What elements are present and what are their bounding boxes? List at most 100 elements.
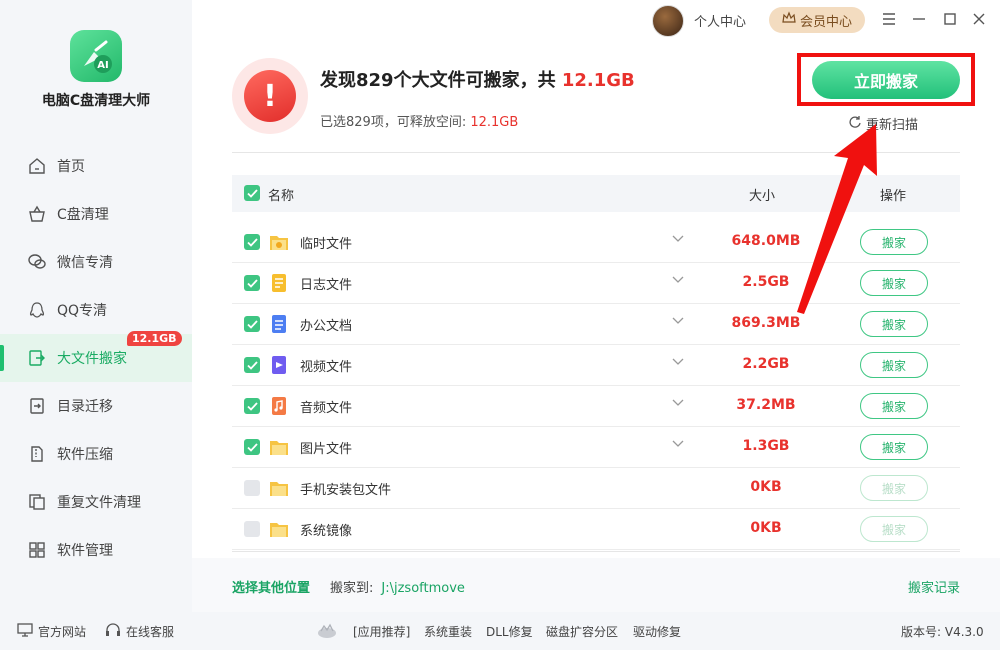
minimize-icon[interactable] [910,10,928,28]
recommend-icon [316,623,338,639]
chevron-down-icon[interactable] [672,437,684,451]
avatar[interactable] [652,5,684,37]
row-checkbox[interactable] [244,398,260,414]
rescan-label: 重新扫描 [866,118,919,133]
table-bottom-divider [232,551,960,552]
version-label: 版本号: V4.3.0 [901,625,984,639]
apk-folder-icon [268,477,290,499]
online-service-label: 在线客服 [126,625,175,639]
user-center-link[interactable]: 个人中心 [694,11,746,30]
move-to-path[interactable]: J:\jzsoftmove [381,581,465,596]
row-move-button[interactable]: 搬家 [860,311,928,337]
row-checkbox[interactable] [244,357,260,373]
row-size: 648.0MB [731,233,801,249]
sidebar-item-label: 软件压缩 [57,447,113,463]
row-move-button[interactable]: 搬家 [860,229,928,255]
official-site-link[interactable]: 官方网站 [17,623,86,640]
sidebar-item-qq[interactable]: QQ专清 [0,286,192,334]
basket-icon [27,204,47,224]
select-all-checkbox[interactable] [244,185,260,201]
table-row: 图片文件 1.3GB 搬家 [232,427,960,468]
row-move-button[interactable]: 搬家 [860,475,928,501]
row-checkbox[interactable] [244,521,260,537]
sidebar-item-c-clean[interactable]: C盘清理 [0,190,192,238]
move-log-link[interactable]: 搬家记录 [908,577,960,596]
rescan-button[interactable]: 重新扫描 [848,114,918,133]
zip-icon [27,444,47,464]
image-folder-icon [268,436,290,458]
chevron-down-icon[interactable] [672,273,684,287]
sidebar-nav: 首页 C盘清理 微信专清 QQ专清 大文件搬家 12.1GB 目录迁移 软件压缩… [0,142,192,574]
sidebar-item-label: 重复文件清理 [57,495,141,511]
subline-value: 12.1GB [470,115,519,130]
chevron-down-icon[interactable] [672,314,684,328]
row-checkbox[interactable] [244,439,260,455]
sidebar-item-label: 微信专清 [57,255,113,271]
sidebar-item-wechat[interactable]: 微信专清 [0,238,192,286]
chevron-down-icon[interactable] [672,355,684,369]
sidebar-item-label: 目录迁移 [57,399,113,415]
row-name: 系统镜像 [300,524,353,539]
vip-center-label: 会员中心 [799,14,852,30]
link-disk-partition[interactable]: 磁盘扩容分区 [546,623,618,640]
chevron-down-icon[interactable] [672,232,684,246]
column-action-header: 操作 [880,189,907,204]
link-driver-repair[interactable]: 驱动修复 [633,623,681,640]
sidebar-item-home[interactable]: 首页 [0,142,192,190]
duplicate-icon [27,492,47,512]
row-move-button[interactable]: 搬家 [860,516,928,542]
row-name: 临时文件 [300,237,353,252]
sidebar-item-big-file-move[interactable]: 大文件搬家 12.1GB [0,331,192,382]
maximize-icon[interactable] [941,10,959,28]
sidebar-item-dir-migrate[interactable]: 目录迁移 [0,382,192,430]
row-size: 37.2MB [736,397,796,413]
qq-icon [27,300,47,320]
link-system-reinstall[interactable]: 系统重装 [424,623,472,640]
sidebar-item-duplicate-clean[interactable]: 重复文件清理 [0,478,192,526]
menu-icon[interactable] [880,10,898,28]
row-move-button[interactable]: 搬家 [860,352,928,378]
app-recommend-label[interactable]: [应用推荐] [353,623,410,640]
sidebar-item-soft-manage[interactable]: 软件管理 [0,526,192,574]
sidebar-item-label: 首页 [57,159,85,175]
scan-result-headline: 发现829个大文件可搬家，共 12.1GB [320,66,635,92]
row-name: 办公文档 [300,319,353,334]
row-checkbox[interactable] [244,234,260,250]
row-size: 1.3GB [742,438,790,454]
row-move-button[interactable]: 搬家 [860,270,928,296]
official-site-label: 官方网站 [38,625,87,639]
row-checkbox[interactable] [244,316,260,332]
row-move-button[interactable]: 搬家 [860,393,928,419]
app-window: AI 电脑C盘清理大师 首页 C盘清理 微信专清 QQ专清 大文件搬家 12.1… [0,0,1000,650]
image-iso-folder-icon [268,518,290,540]
document-icon [268,313,290,335]
column-name-header: 名称 [268,189,295,204]
row-size: 2.2GB [742,356,790,372]
temp-file-icon [268,231,290,253]
highlight-frame [797,53,975,106]
close-icon[interactable] [970,10,988,28]
online-service-link[interactable]: 在线客服 [105,623,174,640]
app-title: 电脑C盘清理大师 [41,93,151,109]
row-name: 日志文件 [300,278,353,293]
wechat-icon [27,252,47,272]
header-divider [232,152,960,153]
chevron-down-icon[interactable] [672,396,684,410]
row-move-button[interactable]: 搬家 [860,434,928,460]
video-file-icon [268,354,290,376]
row-checkbox[interactable] [244,480,260,496]
vip-center-button[interactable]: 会员中心 [769,7,865,33]
link-dll-repair[interactable]: DLL修复 [486,623,533,640]
row-checkbox[interactable] [244,275,260,291]
headline-total: 12.1GB [561,70,635,91]
row-name: 视频文件 [300,360,353,375]
sidebar-item-soft-compress[interactable]: 软件压缩 [0,430,192,478]
choose-other-location-link[interactable]: 选择其他位置 [232,577,310,596]
table-row: 日志文件 2.5GB 搬家 [232,263,960,304]
table-row: 临时文件 648.0MB 搬家 [232,222,960,263]
move-to-label: 搬家到: [330,581,374,596]
row-name: 手机安装包文件 [300,483,392,498]
alert-icon: ! [232,58,308,134]
sidebar: AI 电脑C盘清理大师 首页 C盘清理 微信专清 QQ专清 大文件搬家 12.1… [0,0,192,612]
row-size: 0KB [750,479,782,495]
